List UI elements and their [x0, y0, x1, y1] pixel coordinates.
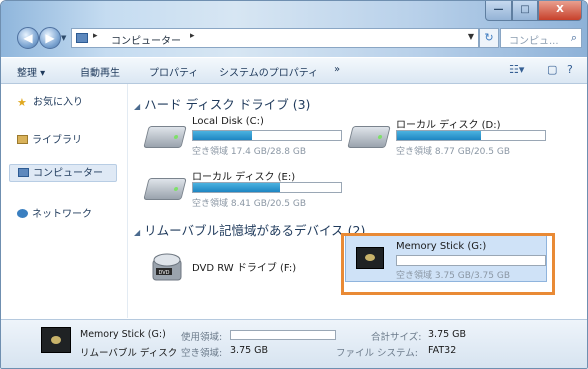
capacity-bar-fill: [193, 183, 281, 192]
help-icon[interactable]: ?: [567, 63, 573, 76]
minimize-button[interactable]: —: [485, 1, 512, 21]
autoplay-button[interactable]: 自動再生: [80, 64, 120, 79]
forward-arrow-icon: ▶: [45, 31, 55, 45]
system-properties-button[interactable]: システムのプロパティ: [219, 64, 318, 79]
capacity-bar-fill: [397, 131, 482, 140]
search-box[interactable]: コンピュ... ⌕: [500, 28, 582, 48]
back-arrow-icon: ◀: [23, 31, 33, 45]
group-title: ハード ディスク ドライブ (3): [144, 97, 311, 112]
nav-item-computer[interactable]: コンピューター: [9, 164, 117, 182]
history-dropdown-icon[interactable]: ▼: [61, 34, 66, 42]
drive-f-dvd[interactable]: DVD DVD RW ドライブ (F:): [146, 246, 336, 286]
capacity-bar: [396, 130, 546, 141]
nav-network-label: ネットワーク: [32, 209, 92, 220]
nav-computer-label: コンピューター: [33, 168, 103, 179]
details-total-label: 合計サイズ:: [371, 332, 422, 343]
drive-name: DVD RW ドライブ (F:): [192, 263, 297, 274]
drive-c[interactable]: Local Disk (C:) 空き領域 17.4 GB/28.8 GB: [143, 116, 346, 158]
details-pane: Memory Stick (G:) リムーバブル ディスク 使用領域: 空き領域…: [1, 319, 587, 368]
hard-drive-icon: [143, 126, 187, 148]
properties-button[interactable]: プロパティ: [149, 64, 198, 79]
address-bar[interactable]: ▸ コンピューター ▸ ▼: [71, 28, 479, 48]
explorer-window: — □ X ◀ ▶ ▼ ▸ コンピューター ▸ ▼ ↻ コンピュ... ⌕ 整理…: [0, 0, 588, 369]
maximize-icon: □: [520, 4, 530, 15]
dvd-drive-icon: DVD: [152, 253, 182, 281]
title-bar: — □ X ◀ ▶ ▼ ▸ コンピューター ▸ ▼ ↻ コンピュ... ⌕: [1, 1, 587, 57]
drive-free-space: 空き領域 17.4 GB/28.8 GB: [192, 147, 306, 157]
refresh-icon: ↻: [484, 31, 494, 44]
search-placeholder: コンピュ...: [509, 36, 559, 47]
breadcrumb-chevron-icon[interactable]: ▸: [190, 31, 195, 41]
drive-d[interactable]: ローカル ディスク (D:) 空き領域 8.77 GB/20.5 GB: [347, 116, 560, 158]
back-button[interactable]: ◀: [17, 27, 39, 49]
details-total-value: 3.75 GB: [428, 329, 467, 340]
breadcrumb-separator-icon[interactable]: ▸: [93, 31, 98, 41]
details-used-label: 使用領域:: [181, 332, 223, 343]
drive-name: ローカル ディスク (D:): [396, 120, 501, 131]
close-icon: X: [556, 4, 564, 15]
details-capacity-bar: [230, 330, 336, 340]
organize-menu[interactable]: 整理 ▾: [17, 64, 45, 79]
forward-button[interactable]: ▶: [39, 27, 61, 49]
minimize-icon: —: [493, 4, 504, 15]
search-icon[interactable]: ⌕: [571, 31, 577, 45]
details-free-value: 3.75 GB: [230, 345, 269, 356]
library-icon: [17, 135, 28, 144]
more-commands-button[interactable]: »: [334, 64, 340, 75]
nav-item-favorites[interactable]: ★ お気に入り: [17, 94, 83, 112]
drive-e[interactable]: ローカル ディスク (E:) 空き領域 8.41 GB/20.5 GB: [143, 168, 346, 210]
navigation-pane: ★ お気に入り ライブラリ コンピューター ネットワーク: [1, 84, 128, 318]
view-options-icon[interactable]: ☷▾: [509, 63, 524, 76]
breadcrumb-computer[interactable]: コンピューター: [111, 32, 181, 47]
star-icon: ★: [17, 96, 27, 109]
preview-pane-icon[interactable]: ▢: [547, 63, 557, 76]
dvd-logo-text: DVD: [158, 270, 169, 276]
address-dropdown-icon[interactable]: ▼: [468, 32, 474, 41]
group-header-removable[interactable]: ◢ リムーバブル記憶域があるデバイス (2): [134, 220, 365, 239]
details-filesystem-label: ファイル システム:: [336, 348, 418, 359]
nav-item-libraries[interactable]: ライブラリ: [17, 132, 82, 150]
drive-name: Local Disk (C:): [192, 116, 264, 127]
details-filesystem-value: FAT32: [428, 345, 457, 356]
drive-name: ローカル ディスク (E:): [192, 172, 296, 183]
capacity-bar: [192, 130, 342, 141]
collapse-triangle-icon: ◢: [134, 102, 141, 111]
hard-drive-icon: [143, 178, 187, 200]
details-free-label: 空き領域:: [181, 348, 223, 359]
details-drive-name: Memory Stick (G:): [80, 329, 166, 340]
drive-free-space: 空き領域 8.41 GB/20.5 GB: [192, 199, 306, 209]
memory-stick-icon: [41, 327, 71, 353]
close-button[interactable]: X: [538, 1, 582, 21]
drive-free-space: 空き領域 8.77 GB/20.5 GB: [396, 147, 510, 157]
group-header-hard-drives[interactable]: ◢ ハード ディスク ドライブ (3): [134, 94, 310, 113]
nav-libraries-label: ライブラリ: [32, 135, 82, 146]
computer-icon: [18, 168, 29, 177]
capacity-bar-fill: [193, 131, 253, 140]
maximize-button[interactable]: □: [512, 1, 538, 21]
command-bar: 整理 ▾ 自動再生 プロパティ システムのプロパティ » ☷▾ ▢ ?: [1, 58, 587, 84]
highlight-annotation-box: [341, 233, 555, 295]
details-drive-type: リムーバブル ディスク: [80, 348, 178, 359]
collapse-triangle-icon: ◢: [134, 228, 141, 237]
capacity-bar: [192, 182, 342, 193]
network-icon: [17, 209, 28, 218]
computer-icon: [76, 33, 88, 43]
group-title: リムーバブル記憶域があるデバイス (2): [144, 223, 366, 238]
nav-item-network[interactable]: ネットワーク: [17, 206, 92, 224]
nav-favorites-label: お気に入り: [33, 97, 83, 108]
refresh-button[interactable]: ↻: [479, 28, 499, 48]
hard-drive-icon: [347, 126, 391, 148]
